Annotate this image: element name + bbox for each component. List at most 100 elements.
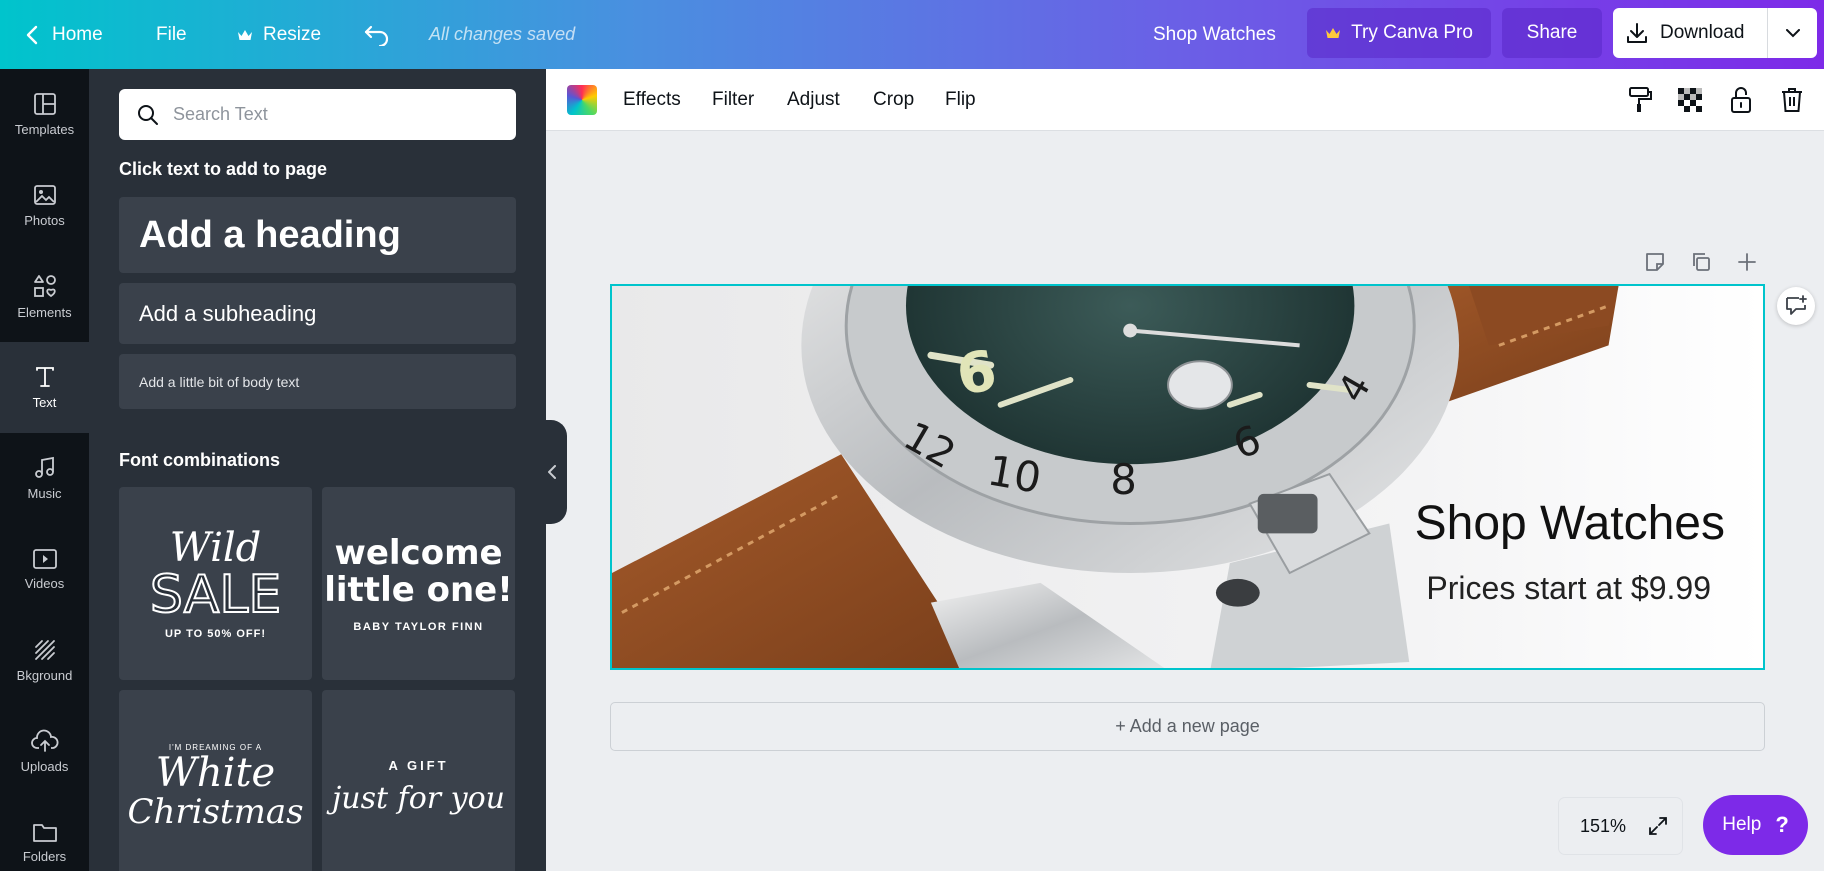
- image-edit-toolbar: Effects Filter Adjust Crop Flip: [546, 69, 1824, 131]
- note-icon: [1646, 253, 1664, 271]
- download-options-button[interactable]: [1768, 8, 1817, 58]
- rail-label: Videos: [24, 576, 65, 591]
- rail-item-videos[interactable]: Videos: [0, 524, 89, 615]
- file-menu[interactable]: File: [156, 0, 187, 69]
- rail-item-background[interactable]: Bkground: [0, 615, 89, 706]
- rail-item-elements[interactable]: Elements: [0, 251, 89, 342]
- combo-line1: A GIFT: [388, 757, 449, 773]
- undo-icon: [364, 25, 389, 46]
- bezel-numeral: 8: [1110, 455, 1137, 504]
- undo-button[interactable]: [364, 0, 390, 69]
- transparency-icon: [1678, 88, 1702, 112]
- photos-icon: [33, 185, 56, 205]
- add-page-icon-button[interactable]: [1735, 250, 1759, 274]
- canvas-subtitle-text[interactable]: Prices start at $9.99: [1426, 570, 1711, 607]
- filter-button[interactable]: Filter: [712, 69, 754, 131]
- rail-label: Photos: [24, 213, 65, 228]
- adjust-button[interactable]: Adjust: [787, 69, 840, 131]
- combo-line2: little one!: [324, 569, 513, 610]
- flip-button[interactable]: Flip: [945, 69, 976, 131]
- add-comment-button[interactable]: [1777, 287, 1815, 325]
- rail-label: Uploads: [20, 759, 69, 774]
- zoom-control[interactable]: 151%: [1559, 798, 1682, 854]
- try-canva-pro-button[interactable]: Try Canva Pro: [1307, 8, 1491, 58]
- save-status: All changes saved: [429, 24, 576, 44]
- combo-line3: UP TO 50% OFF!: [164, 627, 266, 640]
- download-button[interactable]: Download: [1613, 8, 1817, 58]
- rail-item-templates[interactable]: Templates: [0, 69, 89, 160]
- rail-label: Templates: [14, 122, 75, 137]
- elements-icon: [33, 275, 56, 298]
- chevron-left-icon: [547, 465, 556, 479]
- duplicate-page-button[interactable]: [1689, 250, 1713, 274]
- search-icon: [138, 104, 158, 125]
- font-combo-welcome[interactable]: welcome little one! BABY TAYLOR FINN: [322, 487, 515, 680]
- music-icon: [34, 456, 54, 478]
- copy-style-button[interactable]: [1626, 86, 1654, 114]
- rail-label: Bkground: [16, 668, 73, 683]
- crop-button[interactable]: Crop: [873, 69, 914, 131]
- combo-line2: White: [155, 750, 276, 796]
- text-icon: [35, 367, 54, 387]
- transparency-button[interactable]: [1676, 86, 1704, 114]
- share-button[interactable]: Share: [1502, 8, 1602, 58]
- watch-photo[interactable]: 12 10 8 6 6 4: [612, 286, 1763, 668]
- rail-item-music[interactable]: Music: [0, 433, 89, 524]
- page-notes-button[interactable]: [1643, 250, 1667, 274]
- rail-item-photos[interactable]: Photos: [0, 160, 89, 251]
- combo-line3: BABY TAYLOR FINN: [353, 620, 484, 633]
- expand-icon[interactable]: [1648, 816, 1668, 836]
- videos-icon: [32, 549, 57, 569]
- combo-line1: welcome: [334, 532, 503, 573]
- text-panel: Click text to add to page Add a heading …: [89, 69, 546, 871]
- left-rail: Templates Photos Elements Text Music Vid…: [0, 69, 89, 871]
- combo-line2: SALE: [149, 564, 282, 625]
- effects-button[interactable]: Effects: [623, 69, 681, 131]
- templates-icon: [33, 93, 56, 115]
- comment-plus-icon: [1786, 295, 1807, 315]
- font-combo-wild-sale[interactable]: Wild SALE UP TO 50% OFF!: [119, 487, 312, 680]
- add-new-page-button[interactable]: + Add a new page: [610, 702, 1765, 751]
- rail-item-folders[interactable]: Folders: [0, 797, 89, 871]
- delete-button[interactable]: [1778, 86, 1806, 114]
- trash-icon: [1782, 88, 1802, 112]
- download-main[interactable]: Download: [1613, 8, 1768, 58]
- paint-roller-icon: [1629, 87, 1652, 112]
- add-body-text-button[interactable]: Add a little bit of body text: [119, 354, 516, 409]
- rail-item-uploads[interactable]: Uploads: [0, 706, 89, 797]
- font-combinations-heading: Font combinations: [119, 450, 280, 470]
- crown-icon: [238, 29, 252, 40]
- click-hint-heading: Click text to add to page: [119, 159, 328, 179]
- canvas-title-text[interactable]: Shop Watches: [1415, 496, 1725, 551]
- unlock-icon: [1731, 87, 1751, 113]
- rail-label: Music: [27, 486, 62, 501]
- color-swatch-button[interactable]: [567, 85, 597, 115]
- help-button[interactable]: Help ?: [1703, 795, 1808, 855]
- uploads-icon: [30, 729, 58, 752]
- search-input[interactable]: [173, 104, 473, 125]
- zoom-level[interactable]: 151%: [1580, 816, 1626, 837]
- crown-icon: [1326, 28, 1341, 38]
- folders-icon: [32, 824, 57, 842]
- combo-line2: just for you: [332, 780, 505, 816]
- chevron-left-icon: [26, 25, 38, 44]
- share-label: Share: [1526, 22, 1578, 43]
- search-box[interactable]: [119, 89, 516, 140]
- font-combo-gift[interactable]: A GIFT just for you: [322, 690, 515, 871]
- download-label: Download: [1660, 22, 1745, 43]
- design-page[interactable]: 12 10 8 6 6 4 Shop Watches Prices start …: [610, 284, 1765, 670]
- home-button[interactable]: Home: [26, 0, 103, 69]
- rail-label: Text: [32, 395, 57, 410]
- duplicate-icon: [1693, 253, 1710, 271]
- rail-item-text[interactable]: Text: [0, 342, 89, 433]
- add-heading-button[interactable]: Add a heading: [119, 197, 516, 273]
- lock-button[interactable]: [1727, 86, 1755, 114]
- add-subheading-button[interactable]: Add a subheading: [119, 283, 516, 344]
- resize-label: Resize: [263, 23, 322, 45]
- font-combo-white-christmas[interactable]: I'M DREAMING OF A White Christmas: [119, 690, 312, 871]
- collapse-panel-button[interactable]: [536, 420, 567, 524]
- file-label: File: [156, 23, 187, 45]
- design-title[interactable]: Shop Watches: [1153, 0, 1276, 69]
- combo-line3: Christmas: [127, 792, 304, 832]
- resize-button[interactable]: Resize: [237, 0, 321, 69]
